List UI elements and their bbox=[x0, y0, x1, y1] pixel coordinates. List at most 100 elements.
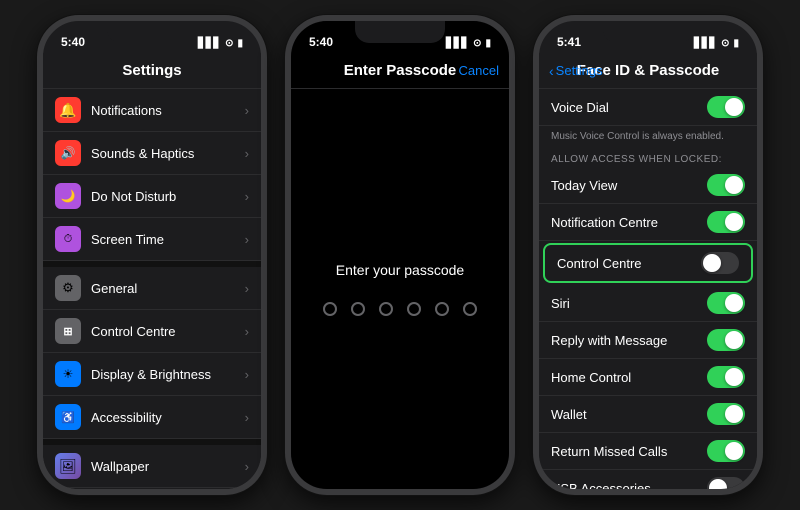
voicedial-label: Voice Dial bbox=[551, 100, 707, 115]
battery-icon: ▮ bbox=[237, 38, 243, 49]
phone1: 5:40 ▋▋▋ ⊙ ▮ Settings 🔔 Notifications › … bbox=[37, 15, 267, 495]
screentime-icon: ⏱ bbox=[55, 226, 81, 252]
dot-3 bbox=[379, 302, 393, 316]
accessibility-icon: ♿ bbox=[55, 404, 81, 430]
nav-title-1: Settings bbox=[122, 62, 181, 79]
returnmissedcalls-toggle[interactable] bbox=[707, 440, 745, 462]
notch-3 bbox=[603, 21, 693, 43]
battery-icon-3: ▮ bbox=[733, 38, 739, 49]
toggle-row-siri[interactable]: Siri bbox=[539, 285, 757, 322]
back-button[interactable]: ‹ Settings bbox=[549, 63, 603, 79]
screentime-label: Screen Time bbox=[91, 232, 241, 247]
battery-icon-2: ▮ bbox=[485, 38, 491, 49]
settings-item-display[interactable]: ☀ Display & Brightness › bbox=[43, 353, 261, 396]
notificationcentre-toggle[interactable] bbox=[707, 211, 745, 233]
dot-2 bbox=[351, 302, 365, 316]
phone2: 5:40 ▋▋▋ ⊙ ▮ Enter Passcode Cancel Enter… bbox=[285, 15, 515, 495]
signal-icon: ▋▋▋ bbox=[198, 38, 221, 49]
controlcentre-label: Control Centre bbox=[91, 324, 241, 339]
nav-bar-1: Settings bbox=[43, 53, 261, 89]
toggle-row-wallet[interactable]: Wallet bbox=[539, 396, 757, 433]
cancel-button[interactable]: Cancel bbox=[459, 63, 499, 78]
toggle-row-returnmissedcalls[interactable]: Return Missed Calls bbox=[539, 433, 757, 470]
siri-toggle[interactable] bbox=[707, 292, 745, 314]
controlcentre-icon: ⊞ bbox=[55, 318, 81, 344]
accessibility-label: Accessibility bbox=[91, 410, 241, 425]
dot-4 bbox=[407, 302, 421, 316]
settings-item-screentime[interactable]: ⏱ Screen Time › bbox=[43, 218, 261, 261]
settings-item-wallpaper[interactable]: 🖼 Wallpaper › bbox=[43, 445, 261, 488]
usbaccessories-toggle[interactable] bbox=[707, 477, 745, 489]
passcode-screen: Enter your passcode bbox=[291, 89, 509, 489]
wallet-toggle[interactable] bbox=[707, 403, 745, 425]
settings-item-accessibility[interactable]: ♿ Accessibility › bbox=[43, 396, 261, 439]
voicedial-note: Music Voice Control is always enabled. bbox=[539, 126, 757, 150]
dnd-icon: 🌙 bbox=[55, 183, 81, 209]
nav-bar-3: ‹ Settings Face ID & Passcode bbox=[539, 53, 757, 89]
controlcentre-toggle[interactable] bbox=[701, 252, 739, 274]
notifications-icon: 🔔 bbox=[55, 97, 81, 123]
dnd-label: Do Not Disturb bbox=[91, 189, 241, 204]
status-icons-3: ▋▋▋ ⊙ ▮ bbox=[694, 38, 739, 49]
toggle-row-voicedial[interactable]: Voice Dial bbox=[539, 89, 757, 126]
display-label: Display & Brightness bbox=[91, 367, 241, 382]
signal-icon-3: ▋▋▋ bbox=[694, 38, 717, 49]
time-1: 5:40 bbox=[61, 35, 85, 49]
locked-section-header: ALLOW ACCESS WHEN LOCKED: bbox=[539, 150, 757, 167]
toggle-row-todayview[interactable]: Today View bbox=[539, 167, 757, 204]
passcode-dots bbox=[323, 302, 477, 316]
settings-item-siri[interactable]: ◎ Siri & Search › bbox=[43, 488, 261, 489]
toggle-row-usbaccessories[interactable]: USB Accessories bbox=[539, 470, 757, 489]
notificationcentre-label: Notification Centre bbox=[551, 215, 707, 230]
nav-bar-2: Enter Passcode Cancel bbox=[291, 53, 509, 89]
general-label: General bbox=[91, 281, 241, 296]
wifi-icon-3: ⊙ bbox=[721, 38, 729, 49]
dot-1 bbox=[323, 302, 337, 316]
wallet-label: Wallet bbox=[551, 407, 707, 422]
notch-2 bbox=[355, 21, 445, 43]
settings-item-notifications[interactable]: 🔔 Notifications › bbox=[43, 89, 261, 132]
replymessage-toggle[interactable] bbox=[707, 329, 745, 351]
settings-scroll[interactable]: 🔔 Notifications › 🔊 Sounds & Haptics › 🌙… bbox=[43, 89, 261, 489]
time-2: 5:40 bbox=[309, 35, 333, 49]
settings-item-sounds[interactable]: 🔊 Sounds & Haptics › bbox=[43, 132, 261, 175]
phone3: 5:41 ▋▋▋ ⊙ ▮ ‹ Settings Face ID & Passco… bbox=[533, 15, 763, 495]
settings-item-general[interactable]: ⚙ General › bbox=[43, 267, 261, 310]
toggle-row-notificationcentre[interactable]: Notification Centre bbox=[539, 204, 757, 241]
status-icons-1: ▋▋▋ ⊙ ▮ bbox=[198, 38, 243, 49]
faceid-screen[interactable]: Voice Dial Music Voice Control is always… bbox=[539, 89, 757, 489]
voicedial-toggle[interactable] bbox=[707, 96, 745, 118]
back-label: Settings bbox=[556, 63, 603, 78]
todayview-toggle[interactable] bbox=[707, 174, 745, 196]
dot-6 bbox=[463, 302, 477, 316]
sounds-icon: 🔊 bbox=[55, 140, 81, 166]
display-icon: ☀ bbox=[55, 361, 81, 387]
todayview-label: Today View bbox=[551, 178, 707, 193]
passcode-prompt: Enter your passcode bbox=[336, 262, 464, 278]
signal-icon-2: ▋▋▋ bbox=[446, 38, 469, 49]
general-icon: ⚙ bbox=[55, 275, 81, 301]
controlcentre-locked-label: Control Centre bbox=[557, 256, 701, 271]
dot-5 bbox=[435, 302, 449, 316]
homecontrol-label: Home Control bbox=[551, 370, 707, 385]
homecontrol-toggle[interactable] bbox=[707, 366, 745, 388]
back-chevron-icon: ‹ bbox=[549, 63, 554, 79]
replymessage-label: Reply with Message bbox=[551, 333, 707, 348]
screen-1: 🔔 Notifications › 🔊 Sounds & Haptics › 🌙… bbox=[43, 89, 261, 489]
returnmissedcalls-label: Return Missed Calls bbox=[551, 444, 707, 459]
toggle-row-controlcentre[interactable]: Control Centre bbox=[543, 243, 753, 283]
wifi-icon-2: ⊙ bbox=[473, 38, 481, 49]
status-icons-2: ▋▋▋ ⊙ ▮ bbox=[446, 38, 491, 49]
usbaccessories-label: USB Accessories bbox=[551, 481, 707, 490]
wallpaper-label: Wallpaper bbox=[91, 459, 241, 474]
settings-item-dnd[interactable]: 🌙 Do Not Disturb › bbox=[43, 175, 261, 218]
notch bbox=[107, 21, 197, 43]
notifications-label: Notifications bbox=[91, 103, 241, 118]
time-3: 5:41 bbox=[557, 35, 581, 49]
toggle-row-replymessage[interactable]: Reply with Message bbox=[539, 322, 757, 359]
sounds-label: Sounds & Haptics bbox=[91, 146, 241, 161]
wallpaper-icon: 🖼 bbox=[55, 453, 81, 479]
settings-item-controlcentre[interactable]: ⊞ Control Centre › bbox=[43, 310, 261, 353]
siri-locked-label: Siri bbox=[551, 296, 707, 311]
toggle-row-homecontrol[interactable]: Home Control bbox=[539, 359, 757, 396]
